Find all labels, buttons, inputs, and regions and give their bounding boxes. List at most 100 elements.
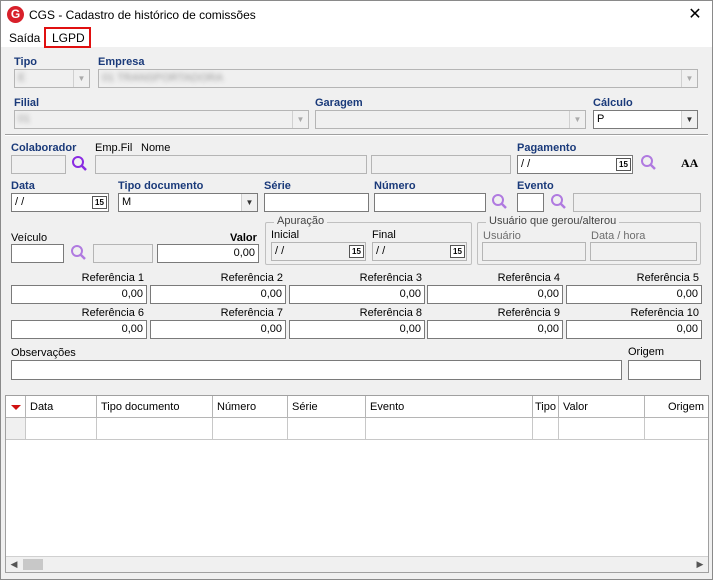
origem-input[interactable] [628, 360, 701, 380]
referencia-8-label: Referência 8 [359, 307, 422, 319]
calculo-select[interactable]: P ▼ [593, 110, 698, 129]
grid-header-origem[interactable]: Origem [645, 396, 708, 418]
calculo-label: Cálculo [593, 97, 633, 109]
grid-cell[interactable] [213, 418, 288, 440]
horizontal-scrollbar[interactable]: ◀ ▶ [6, 556, 708, 572]
data-date-input[interactable]: / /15 [11, 193, 109, 212]
referencia-3-input[interactable]: 0,00 [289, 285, 425, 304]
numero-label: Número [374, 180, 416, 192]
garagem-select[interactable]: ▼ [315, 110, 586, 129]
search-icon[interactable] [69, 244, 89, 262]
scroll-right-icon[interactable]: ▶ [692, 557, 708, 572]
grid-header-data[interactable]: Data [26, 396, 97, 418]
valor-label: Valor [230, 232, 257, 244]
grid-cell[interactable] [26, 418, 97, 440]
tipo-documento-select[interactable]: M ▼ [118, 193, 258, 212]
colaborador-label: Colaborador [11, 142, 77, 154]
pagamento-label: Pagamento [517, 142, 577, 154]
referencia-6-label: Referência 6 [81, 307, 144, 319]
grid-cell[interactable] [288, 418, 366, 440]
veiculo-description-field [93, 244, 153, 263]
search-icon[interactable] [639, 154, 659, 172]
grid-header-tipo-documento[interactable]: Tipo documento [97, 396, 213, 418]
garagem-label: Garagem [315, 97, 363, 109]
referencia-3-label: Referência 3 [359, 272, 422, 284]
referencia-5-input[interactable]: 0,00 [566, 285, 702, 304]
grid-header-evento[interactable]: Evento [366, 396, 533, 418]
calendar-icon[interactable]: 15 [450, 245, 465, 258]
grid-cell[interactable] [645, 418, 708, 440]
usuario-field [482, 242, 586, 261]
scroll-thumb[interactable] [23, 559, 43, 570]
sort-indicator-icon [11, 405, 21, 410]
search-icon[interactable] [549, 193, 569, 211]
referencia-9-label: Referência 9 [497, 307, 560, 319]
grid-row-indicator[interactable] [6, 418, 26, 440]
tipo-label: Tipo [14, 56, 38, 68]
grid-header-tipo[interactable]: Tipo [533, 396, 559, 418]
scroll-left-icon[interactable]: ◀ [6, 557, 22, 572]
usuario-label: Usuário [483, 230, 521, 242]
serie-input[interactable] [264, 193, 369, 212]
grid-header-numero[interactable]: Número [213, 396, 288, 418]
window-title: CGS - Cadastro de histórico de comissões [29, 8, 256, 22]
referencia-8-input[interactable]: 0,00 [289, 320, 425, 339]
grid-header-serie[interactable]: Série [288, 396, 366, 418]
grid-cell[interactable] [559, 418, 645, 440]
filial-label: Filial [14, 97, 40, 109]
final-date-input[interactable]: / /15 [372, 242, 467, 261]
section-divider [5, 134, 708, 136]
empresa-label: Empresa [98, 56, 145, 68]
main-window: G CGS - Cadastro de histórico de comissõ… [0, 0, 713, 580]
chevron-down-icon: ▼ [73, 70, 89, 87]
origem-label: Origem [628, 346, 665, 358]
evento-input[interactable] [517, 193, 544, 212]
referencia-10-input[interactable]: 0,00 [566, 320, 702, 339]
search-icon[interactable] [70, 155, 90, 173]
tipo-documento-label: Tipo documento [118, 180, 204, 192]
close-button[interactable]: ✕ [684, 5, 706, 25]
font-size-icon[interactable]: AA [681, 156, 698, 171]
inicial-date-input[interactable]: / /15 [271, 242, 366, 261]
calendar-icon[interactable]: 15 [349, 245, 364, 258]
referencia-7-label: Referência 7 [220, 307, 283, 319]
observacoes-input[interactable] [11, 360, 622, 380]
referencia-7-input[interactable]: 0,00 [150, 320, 286, 339]
lgpd-highlight-box [44, 27, 91, 48]
evento-label: Evento [517, 180, 554, 192]
grid-cell[interactable] [533, 418, 559, 440]
veiculo-label: Veículo [11, 232, 48, 244]
final-label: Final [372, 229, 396, 241]
colaborador-field[interactable] [11, 155, 66, 174]
menu-item-saida[interactable]: Saída [9, 31, 40, 45]
referencia-5-label: Referência 5 [636, 272, 699, 284]
grid-cell[interactable] [366, 418, 533, 440]
data-label: Data [11, 180, 35, 192]
grid-cell[interactable] [97, 418, 213, 440]
empresa-select[interactable]: 01 TRANSPORTADORA ▼ [98, 69, 698, 88]
valor-input[interactable]: 0,00 [157, 244, 259, 263]
referencia-10-label: Referência 10 [630, 307, 700, 319]
search-icon[interactable] [490, 193, 510, 211]
pagamento-date-input[interactable]: / /15 [517, 155, 633, 174]
referencia-1-label: Referência 1 [81, 272, 144, 284]
referencia-9-input[interactable]: 0,00 [427, 320, 563, 339]
filial-select[interactable]: 01 ▼ [14, 110, 309, 129]
chevron-down-icon: ▼ [241, 194, 257, 211]
nome-field [95, 155, 367, 174]
referencia-4-input[interactable]: 0,00 [427, 285, 563, 304]
referencia-1-input[interactable]: 0,00 [11, 285, 147, 304]
numero-input[interactable] [374, 193, 486, 212]
grid-header-valor[interactable]: Valor [559, 396, 645, 418]
referencia-6-input[interactable]: 0,00 [11, 320, 147, 339]
referencia-2-input[interactable]: 0,00 [150, 285, 286, 304]
veiculo-input[interactable] [11, 244, 64, 263]
calendar-icon[interactable]: 15 [92, 196, 107, 209]
chevron-down-icon: ▼ [292, 111, 308, 128]
inicial-label: Inicial [271, 229, 300, 241]
calendar-icon[interactable]: 15 [616, 158, 631, 171]
history-grid[interactable]: Data Tipo documento Número Série Evento … [5, 395, 709, 573]
tipo-select[interactable]: E ▼ [14, 69, 90, 88]
grid-indicator-header [6, 396, 26, 418]
colaborador-extra-field [371, 155, 511, 174]
